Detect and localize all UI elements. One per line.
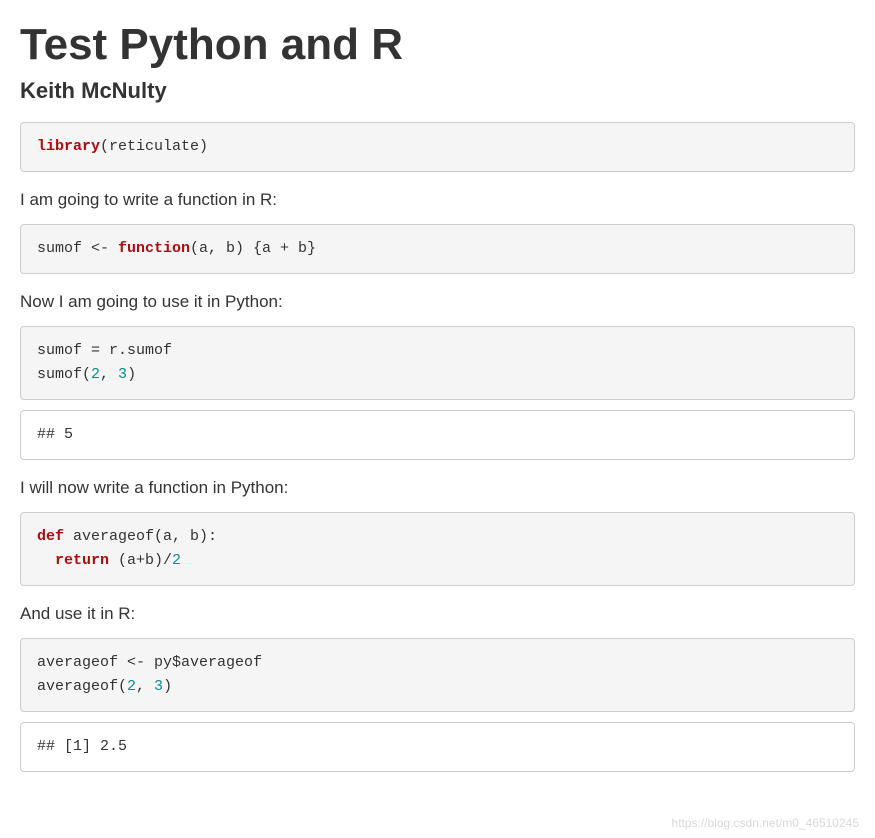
document-body: library(reticulate) I am going to write a… [20, 122, 855, 772]
author: Keith McNulty [20, 78, 855, 104]
code-block: sumof = r.sumof sumof(2, 3) [20, 326, 855, 400]
paragraph: I am going to write a function in R: [20, 190, 855, 210]
code-block: sumof <- function(a, b) {a + b} [20, 224, 855, 274]
paragraph: And use it in R: [20, 604, 855, 624]
watermark: https://blog.csdn.net/m0_46510245 [672, 816, 859, 830]
output-block: ## [1] 2.5 [20, 722, 855, 772]
code-block: averageof <- py$averageof averageof(2, 3… [20, 638, 855, 712]
page-title: Test Python and R [20, 20, 855, 70]
paragraph: I will now write a function in Python: [20, 478, 855, 498]
code-block: def averageof(a, b): return (a+b)/2 [20, 512, 855, 586]
output-block: ## 5 [20, 410, 855, 460]
paragraph: Now I am going to use it in Python: [20, 292, 855, 312]
code-block: library(reticulate) [20, 122, 855, 172]
